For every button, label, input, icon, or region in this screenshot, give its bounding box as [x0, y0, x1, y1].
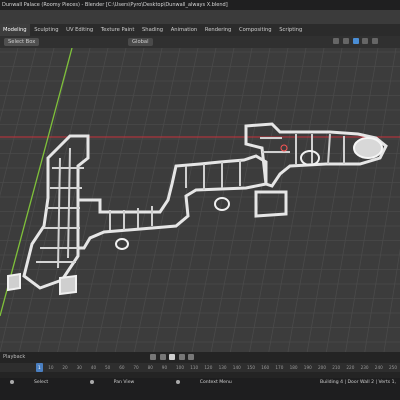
3d-cursor-icon — [280, 144, 288, 152]
hint-pan-view: Pan View — [113, 380, 135, 385]
grid-line — [383, 248, 400, 352]
play-icon[interactable] — [169, 354, 176, 360]
grid-line — [153, 48, 217, 352]
frame-tick-label: 30 — [76, 365, 82, 370]
status-bar: Select Pan View Context Menu Building 4 … — [0, 378, 400, 400]
grid-line — [172, 48, 235, 352]
jump-start-icon[interactable] — [150, 354, 156, 360]
center-corridor — [78, 154, 268, 250]
select-box-dropdown[interactable]: Select Box — [4, 38, 40, 46]
tab-scripting[interactable]: Scripting — [276, 24, 305, 36]
frame-tick-label: 130 — [218, 365, 227, 370]
frame-tick-label: 150 — [247, 365, 255, 370]
3d-viewport[interactable] — [0, 48, 400, 352]
lower-right-block — [254, 190, 288, 218]
grid-line — [0, 48, 73, 352]
frame-tick-label: 90 — [161, 365, 168, 370]
grid-line — [210, 48, 271, 352]
hint-select: Select — [34, 380, 49, 385]
tab-sculpting[interactable]: Sculpting — [31, 24, 61, 36]
grid-line — [345, 48, 397, 352]
bottom-tower — [59, 274, 77, 296]
frame-tick-label: 180 — [289, 365, 298, 370]
frame-tick-label: 240 — [374, 365, 383, 370]
playback-controls — [150, 354, 196, 362]
hint-context-menu: Context Menu — [199, 380, 232, 385]
grid-line — [249, 48, 307, 352]
frame-tick-label: 140 — [232, 365, 241, 370]
scene-statistics: Building 4 | Door Wall 2 | Verts 1, — [320, 380, 396, 385]
grid-line — [95, 48, 163, 352]
frame-tick-label: 40 — [90, 365, 97, 370]
frame-tick-label: 210 — [332, 365, 341, 370]
frame-tick-label: 220 — [346, 365, 355, 370]
grid-line — [114, 48, 181, 352]
frame-tick-label: 200 — [318, 365, 326, 370]
grid-line — [0, 48, 55, 274]
palace-model — [7, 122, 388, 296]
workspace-tab-bar: Modeling Sculpting UV Editing Texture Pa… — [0, 24, 400, 36]
window-title-bar: Dunwall Palace (Roomy Pieces) - Blender … — [0, 0, 400, 10]
grid-line — [191, 48, 253, 352]
frame-tick-label: 170 — [275, 365, 284, 370]
grid-line — [230, 48, 289, 352]
tab-rendering[interactable]: Rendering — [202, 24, 235, 36]
timeline-editor: Playback 1 10 20 30 40 50 60 70 80 90 100 110 120 13… — [0, 352, 400, 378]
frame-tick-label: 120 — [204, 365, 213, 370]
right-round-tower — [353, 137, 383, 159]
frame-tick-label: 10 — [48, 365, 54, 370]
material-shading-icon[interactable] — [362, 38, 369, 44]
tab-shading[interactable]: Shading — [139, 24, 166, 36]
tab-animation[interactable]: Animation — [168, 24, 200, 36]
frame-tick-label: 190 — [303, 365, 312, 370]
frame-tick-label: 60 — [119, 365, 125, 370]
jump-end-icon[interactable] — [188, 354, 195, 360]
frame-tick-label: 80 — [147, 365, 153, 370]
tab-uv-editing[interactable]: UV Editing — [63, 24, 96, 36]
overlay-icon[interactable] — [333, 38, 340, 44]
mouse-right-icon — [175, 379, 180, 384]
mouse-middle-icon — [89, 379, 94, 384]
frame-tick-label: 20 — [62, 365, 68, 370]
xray-icon[interactable] — [343, 38, 350, 44]
tab-texture-paint[interactable]: Texture Paint — [98, 24, 137, 36]
frame-tick-label: 250 — [389, 365, 397, 370]
frame-tick-label: 50 — [105, 365, 111, 370]
next-keyframe-icon[interactable] — [178, 354, 185, 360]
viewport-canvas — [0, 48, 400, 352]
frame-ruler[interactable]: 1 10 20 30 40 50 60 70 80 90 100 110 120 130 140 150 16… — [0, 363, 400, 372]
frame-tick-label: 100 — [176, 365, 184, 370]
rendered-shading-icon[interactable] — [372, 38, 378, 44]
tab-compositing[interactable]: Compositing — [236, 24, 275, 36]
bottom-left-tower — [7, 272, 21, 292]
solid-shading-icon[interactable] — [352, 38, 359, 44]
playback-menu[interactable]: Playback — [3, 354, 25, 360]
left-wing — [22, 134, 90, 290]
tab-modeling[interactable]: Modeling — [0, 24, 30, 36]
current-frame-indicator[interactable]: 1 — [36, 363, 43, 372]
mouse-left-icon — [10, 379, 14, 384]
orientation-dropdown[interactable]: Global — [128, 38, 153, 46]
frame-tick-label: 230 — [360, 365, 369, 370]
blender-window: Dunwall Palace (Roomy Pieces) - Blender … — [0, 0, 400, 400]
frame-tick-label: 160 — [261, 365, 270, 370]
window-title: Dunwall Palace (Roomy Pieces) - Blender … — [2, 2, 228, 8]
frame-tick-label: 70 — [133, 365, 139, 370]
frame-tick-label: 110 — [190, 365, 199, 370]
prev-keyframe-icon[interactable] — [159, 354, 166, 360]
viewport-header: Select Box Global — [0, 36, 400, 48]
